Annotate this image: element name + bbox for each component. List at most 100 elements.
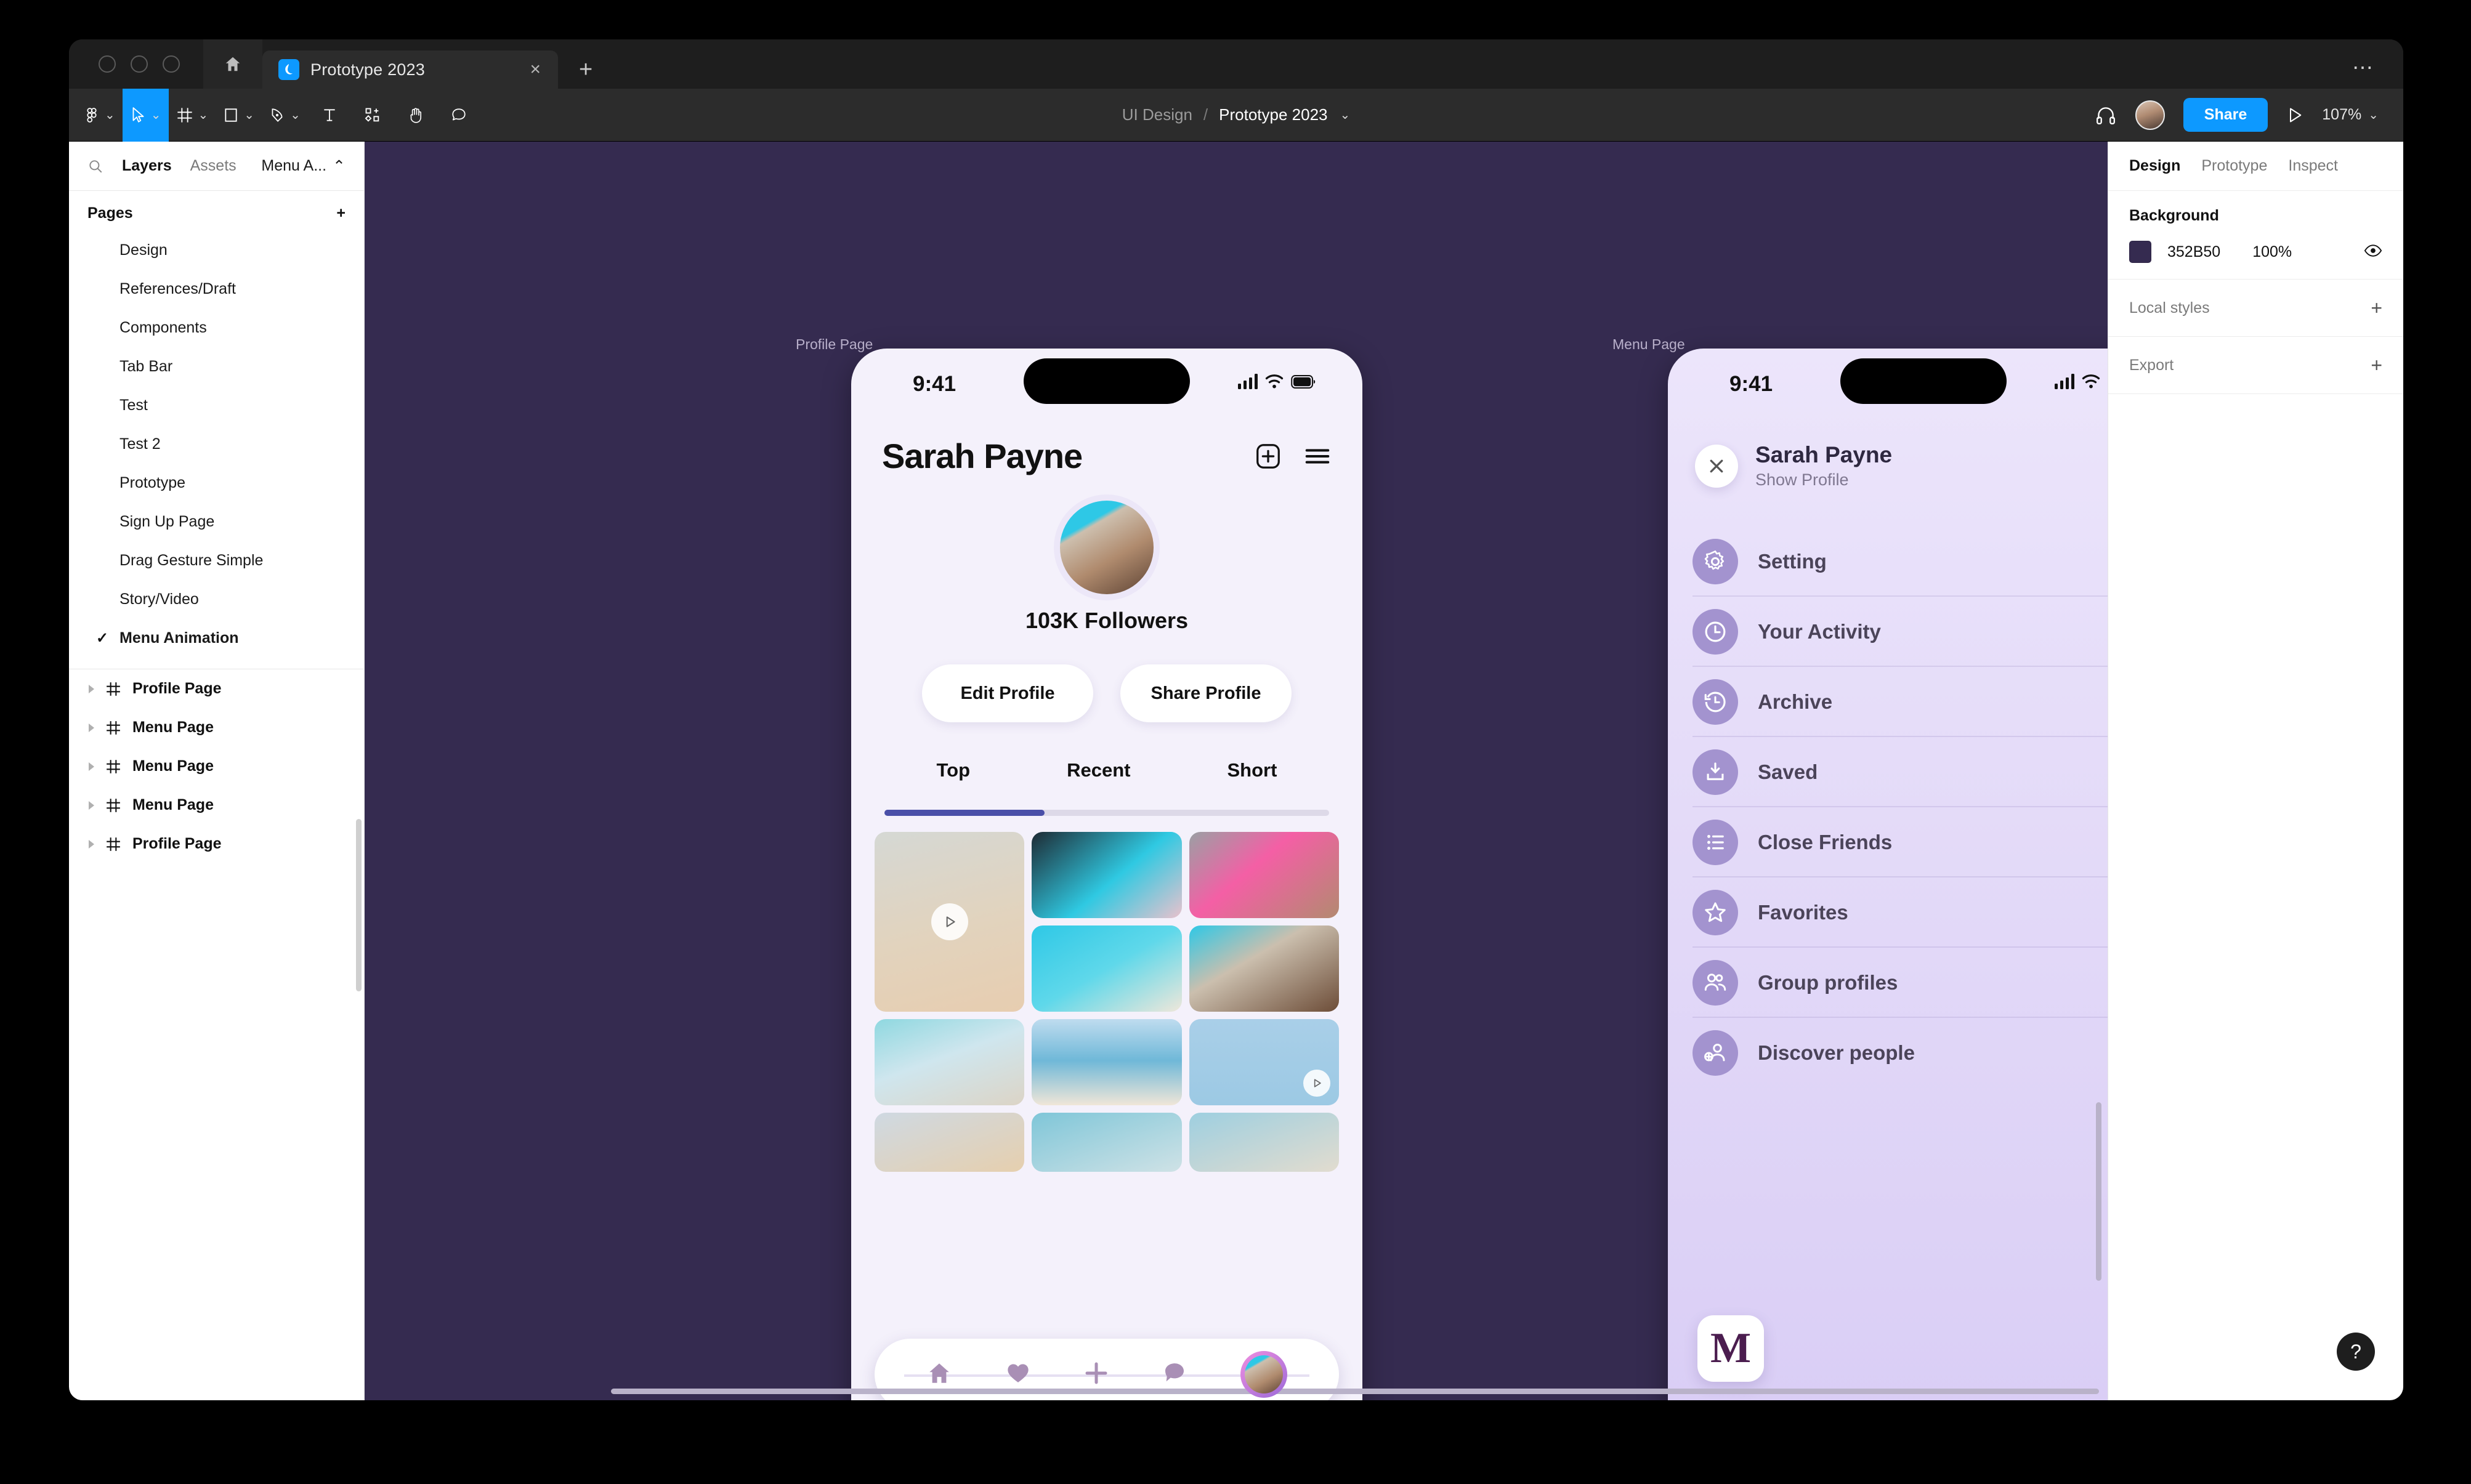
- zoom-level[interactable]: 107% ⌄: [2322, 106, 2379, 124]
- page-item[interactable]: ✓ Menu Animation: [69, 619, 364, 658]
- add-icon[interactable]: [1084, 1361, 1109, 1389]
- edit-profile-button[interactable]: Edit Profile: [922, 664, 1093, 722]
- page-item[interactable]: Test 2: [69, 425, 364, 464]
- tab-top[interactable]: Top: [937, 759, 971, 781]
- breadcrumb-file[interactable]: Prototype 2023: [1219, 105, 1327, 124]
- page-item[interactable]: References/Draft: [69, 270, 364, 308]
- page-item[interactable]: Story/Video: [69, 580, 364, 619]
- expand-arrow-icon[interactable]: [89, 800, 94, 810]
- app-logo[interactable]: M: [1697, 1315, 1764, 1382]
- share-button[interactable]: Share: [2183, 98, 2268, 132]
- main-menu-button[interactable]: ⌄: [76, 89, 123, 142]
- chevron-down-icon[interactable]: ⌄: [1340, 107, 1350, 123]
- menu-item-archive[interactable]: Archive›: [1668, 667, 2108, 737]
- menu-item-saved[interactable]: Saved›: [1668, 737, 2108, 807]
- grid-video-tile[interactable]: [875, 832, 1025, 1012]
- page-item[interactable]: Design: [69, 231, 364, 270]
- layer-row[interactable]: Profile Page: [69, 669, 364, 708]
- expand-arrow-icon[interactable]: [89, 839, 94, 849]
- comment-tool-button[interactable]: [437, 89, 480, 142]
- grid-photo[interactable]: [1189, 832, 1339, 918]
- page-item[interactable]: Test: [69, 386, 364, 425]
- home-icon[interactable]: [926, 1360, 952, 1389]
- user-avatar[interactable]: [2135, 100, 2165, 130]
- grid-photo[interactable]: [1189, 925, 1339, 1012]
- window-more-icon[interactable]: ⋯: [2352, 55, 2375, 80]
- home-button[interactable]: [203, 39, 262, 89]
- add-page-button[interactable]: +: [336, 206, 346, 221]
- tab-layers[interactable]: Layers: [122, 157, 172, 175]
- layer-row[interactable]: Menu Page: [69, 747, 364, 786]
- frame-tool-button[interactable]: ⌄: [169, 89, 216, 142]
- pen-tool-button[interactable]: ⌄: [262, 89, 308, 142]
- left-panel-scrollbar[interactable]: [356, 819, 362, 991]
- menu-item-favorites[interactable]: Favorites›: [1668, 877, 2108, 948]
- grid-photo[interactable]: [875, 1019, 1025, 1105]
- menu-user-block[interactable]: Sarah Payne Show Profile: [1755, 442, 1892, 490]
- tab-assets[interactable]: Assets: [190, 157, 237, 175]
- expand-arrow-icon[interactable]: [89, 762, 94, 771]
- close-window-button[interactable]: [99, 55, 116, 73]
- canvas-vertical-scrollbar[interactable]: [2096, 1102, 2101, 1281]
- tab-recent[interactable]: Recent: [1067, 759, 1130, 781]
- visibility-toggle[interactable]: [2364, 244, 2382, 260]
- message-icon[interactable]: [1162, 1361, 1187, 1389]
- design-canvas[interactable]: Profile Page Menu Page Sarah Edit P Top: [365, 142, 2108, 1400]
- share-profile-button[interactable]: Share Profile: [1120, 664, 1292, 722]
- hand-tool-button[interactable]: [394, 89, 437, 142]
- new-tab-button[interactable]: +: [558, 50, 613, 89]
- color-swatch[interactable]: [2129, 241, 2151, 263]
- play-icon[interactable]: [1303, 1070, 1330, 1097]
- resources-button[interactable]: [351, 89, 394, 142]
- expand-arrow-icon[interactable]: [89, 723, 94, 732]
- grid-photo[interactable]: [1032, 1113, 1182, 1172]
- minimize-window-button[interactable]: [131, 55, 148, 73]
- canvas-horizontal-scrollbar[interactable]: [611, 1389, 2099, 1394]
- menu-item-your-activity[interactable]: Your Activity›: [1668, 597, 2108, 667]
- play-icon[interactable]: [931, 903, 968, 940]
- heart-icon[interactable]: [1006, 1361, 1030, 1389]
- grid-photo[interactable]: [1032, 925, 1182, 1012]
- page-item[interactable]: Sign Up Page: [69, 502, 364, 541]
- add-export-button[interactable]: +: [2371, 355, 2382, 375]
- close-menu-button[interactable]: [1695, 444, 1738, 488]
- headphones-icon[interactable]: [2095, 105, 2117, 125]
- profile-avatar-tab[interactable]: [1240, 1351, 1288, 1398]
- shape-tool-button[interactable]: ⌄: [216, 89, 262, 142]
- page-item[interactable]: Components: [69, 308, 364, 347]
- page-item[interactable]: Prototype: [69, 464, 364, 502]
- page-item[interactable]: Drag Gesture Simple: [69, 541, 364, 580]
- search-icon[interactable]: [87, 158, 103, 174]
- add-post-icon[interactable]: [1254, 442, 1282, 470]
- breadcrumb-project[interactable]: UI Design: [1122, 105, 1192, 124]
- maximize-window-button[interactable]: [163, 55, 180, 73]
- tab-short[interactable]: Short: [1227, 759, 1277, 781]
- hamburger-menu-icon[interactable]: [1303, 444, 1332, 469]
- avatar[interactable]: [1060, 501, 1154, 594]
- grid-photo[interactable]: [1032, 832, 1182, 918]
- background-opacity-value[interactable]: 100%: [2252, 243, 2292, 261]
- menu-page-frame[interactable]: 9:41 Sarah Payne Show Profile Setting Yo…: [1668, 349, 2108, 1400]
- present-icon[interactable]: [2286, 107, 2303, 124]
- layer-row[interactable]: Menu Page: [69, 786, 364, 825]
- menu-item-setting[interactable]: Setting›: [1668, 526, 2108, 597]
- grid-video-tile[interactable]: [1189, 1019, 1339, 1105]
- expand-arrow-icon[interactable]: [89, 684, 94, 693]
- background-hex-value[interactable]: 352B50: [2167, 243, 2220, 261]
- tab-design[interactable]: Design: [2129, 157, 2180, 175]
- grid-photo[interactable]: [1189, 1113, 1339, 1172]
- menu-item-group-profiles[interactable]: Group profiles›: [1668, 948, 2108, 1018]
- layer-row[interactable]: Profile Page: [69, 825, 364, 863]
- layer-row[interactable]: Menu Page: [69, 708, 364, 747]
- tab-prototype[interactable]: Prototype: [2201, 157, 2267, 175]
- profile-page-frame[interactable]: 9:41 Sarah Payne 103K Followers Edit Pro…: [851, 349, 1362, 1400]
- move-tool-button[interactable]: ⌄: [122, 88, 169, 142]
- page-selector[interactable]: Menu A... ⌃: [261, 157, 346, 175]
- menu-item-close-friends[interactable]: Close Friends›: [1668, 807, 2108, 877]
- grid-photo[interactable]: [1032, 1019, 1182, 1105]
- add-local-style-button[interactable]: +: [2371, 298, 2382, 318]
- page-item[interactable]: Tab Bar: [69, 347, 364, 386]
- tab-inspect[interactable]: Inspect: [2288, 157, 2338, 175]
- help-button[interactable]: ?: [2337, 1333, 2375, 1371]
- file-tab[interactable]: Prototype 2023 ×: [262, 50, 558, 89]
